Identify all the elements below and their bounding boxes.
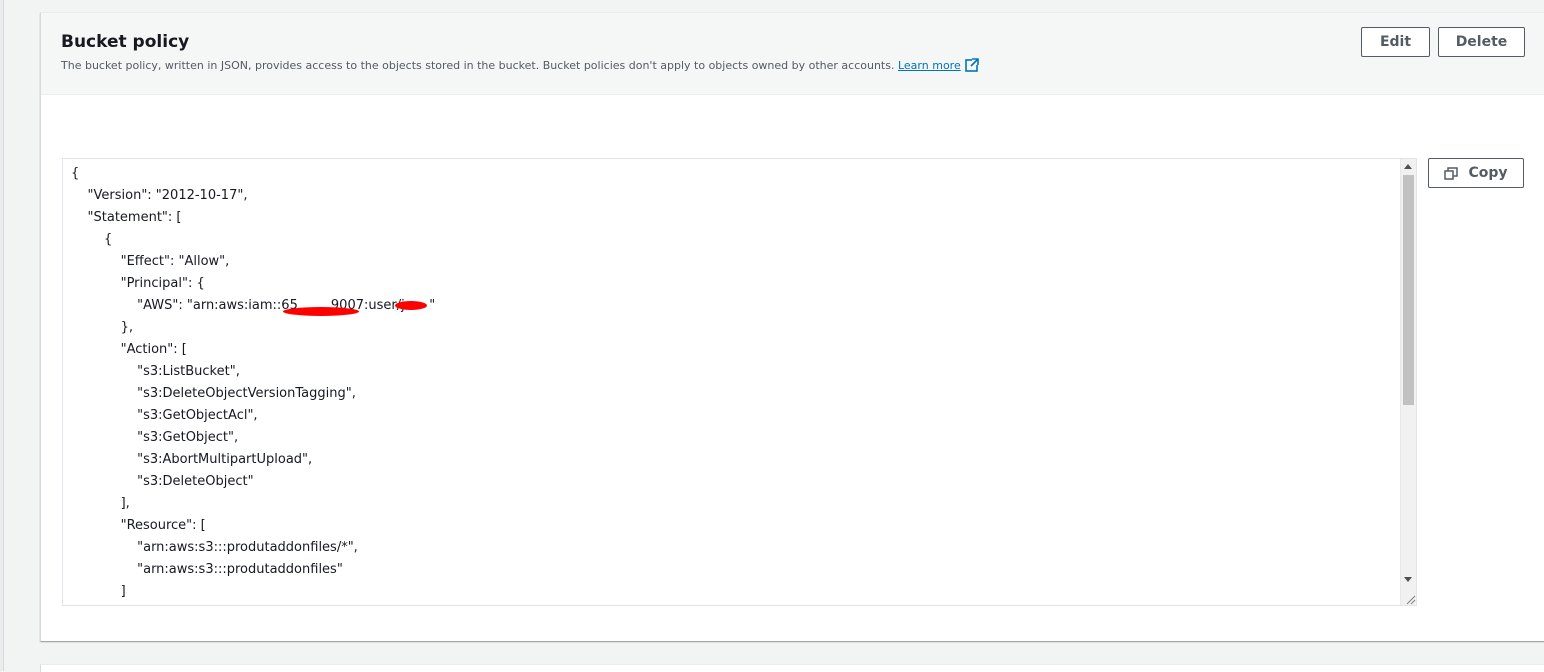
scroll-up-arrow-icon[interactable] xyxy=(1404,164,1412,169)
editor-scrollbar[interactable] xyxy=(1400,159,1416,605)
resize-grip-icon[interactable] xyxy=(1401,590,1416,605)
code-line: "Effect": "Allow", xyxy=(71,254,230,269)
edit-button[interactable]: Edit xyxy=(1361,27,1430,57)
code-line: "s3:GetObjectAcl", xyxy=(71,408,258,423)
code-line: "s3:DeleteObjectVersionTagging", xyxy=(71,386,356,401)
redaction-mark-account-id xyxy=(283,307,359,316)
code-line: "AWS": "arn:aws:iam::65 9007:user/ja " xyxy=(71,298,436,313)
learn-more-label: Learn more xyxy=(897,59,961,72)
code-line: }, xyxy=(71,320,133,335)
code-line: ] xyxy=(71,584,126,599)
external-link-icon xyxy=(964,58,979,72)
code-line: "s3:GetObject", xyxy=(71,430,239,445)
code-line: "Resource": [ xyxy=(71,518,206,533)
code-line: { xyxy=(71,232,113,247)
description-text: The bucket policy, written in JSON, prov… xyxy=(61,59,895,72)
code-line: "Statement": [ xyxy=(71,210,182,225)
code-line: "arn:aws:s3:::produtaddonfiles" xyxy=(71,562,343,577)
scroll-thumb[interactable] xyxy=(1403,175,1414,405)
page-left-edge xyxy=(0,0,4,671)
code-line: "s3:ListBucket", xyxy=(71,364,240,379)
panel-header: Bucket policy The bucket policy, written… xyxy=(41,13,1544,95)
copy-button[interactable]: Copy xyxy=(1428,158,1524,188)
code-line: "Action": [ xyxy=(71,342,187,357)
code-line: ], xyxy=(71,496,130,511)
copy-icon xyxy=(1444,166,1459,180)
code-line: "s3:AbortMultipartUpload", xyxy=(71,452,313,467)
code-line: "s3:DeleteObject" xyxy=(71,474,254,489)
code-line: { xyxy=(71,166,80,181)
delete-button[interactable]: Delete xyxy=(1438,27,1525,57)
section-description: The bucket policy, written in JSON, prov… xyxy=(61,58,979,74)
learn-more-link[interactable]: Learn more xyxy=(897,58,979,72)
code-line: "Principal": { xyxy=(71,276,205,291)
section-title: Bucket policy xyxy=(61,32,190,52)
redaction-mark-username xyxy=(395,301,427,310)
code-line: "Version": "2012-10-17", xyxy=(71,188,248,203)
code-line: "arn:aws:s3:::produtaddonfiles/*", xyxy=(71,540,358,555)
scroll-down-arrow-icon[interactable] xyxy=(1404,577,1412,582)
policy-code: { "Version": "2012-10-17", "Statement": … xyxy=(71,163,435,603)
policy-json-editor[interactable]: { "Version": "2012-10-17", "Statement": … xyxy=(62,158,1417,606)
copy-label: Copy xyxy=(1468,165,1508,181)
bucket-policy-panel: Bucket policy The bucket policy, written… xyxy=(40,12,1544,641)
